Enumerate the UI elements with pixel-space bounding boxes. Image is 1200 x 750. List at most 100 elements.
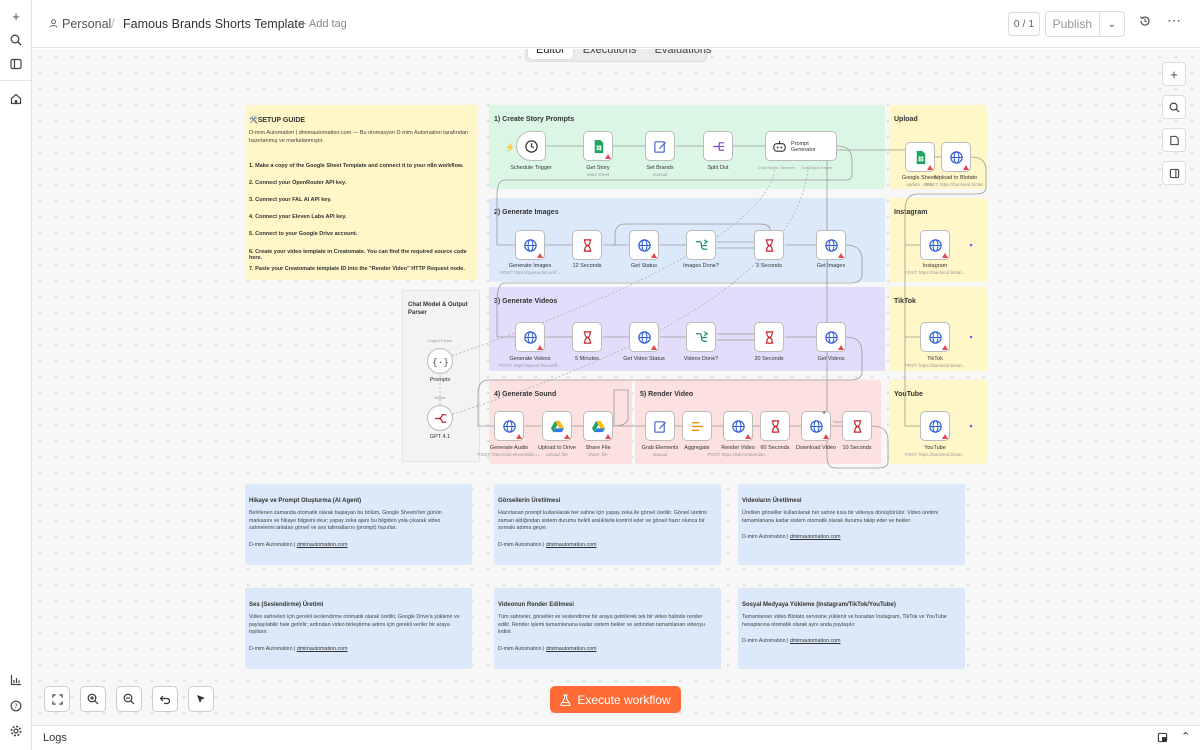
chevron-down-icon[interactable]: ⌄ xyxy=(1100,12,1124,36)
tidy-up-button[interactable] xyxy=(188,686,214,712)
card-link[interactable]: dmimautomation.com xyxy=(297,646,348,652)
wait-12-node[interactable] xyxy=(572,230,602,260)
globe-icon xyxy=(928,238,942,252)
wait-20-node[interactable] xyxy=(754,322,784,352)
prompt-generator-node[interactable]: Prompt Generator xyxy=(765,131,837,161)
setup-step: 3. Connect your FAL AI API key. xyxy=(249,197,332,203)
card-footer-text: D-mim Automation | xyxy=(742,534,790,540)
description-card[interactable]: Videonun Render Edilmesi Tüm sahneler, g… xyxy=(494,588,721,669)
node-search-button[interactable] xyxy=(1162,95,1186,119)
tab-evaluations[interactable]: Evaluations xyxy=(647,49,720,59)
add-tag-button[interactable]: + Add tag xyxy=(300,18,347,30)
globe-icon xyxy=(824,238,838,252)
section-title: 4) Generate Sound xyxy=(494,391,557,398)
branch-icon xyxy=(695,238,708,250)
fit-view-icon xyxy=(51,693,63,705)
port-label: Output Parser xyxy=(427,338,453,343)
trigger-bolt-icon: ⚡ xyxy=(505,143,515,152)
section-title: 3) Generate Videos xyxy=(494,298,558,305)
node-label: Schedule Trigger xyxy=(510,165,552,171)
aggregate-node[interactable] xyxy=(682,411,712,441)
fit-view-button[interactable] xyxy=(44,686,70,712)
card-title: Videoların Üretilmesi xyxy=(742,498,802,504)
node-label: Get Videos xyxy=(817,356,845,362)
videos-done-node[interactable] xyxy=(686,322,716,352)
card-link[interactable]: dmimautomation.com xyxy=(546,646,597,652)
chevron-up-icon[interactable]: ⌃ xyxy=(1181,730,1190,743)
description-card[interactable]: Ses (Seslendirme) Üretimi Video sahneler… xyxy=(245,588,472,669)
warning-icon xyxy=(605,434,611,439)
split-out-node[interactable] xyxy=(703,131,733,161)
insights-icon[interactable] xyxy=(6,670,26,690)
card-link[interactable]: dmimautomation.com xyxy=(790,638,841,644)
card-footer: D-mim Automation | dmimautomation.com xyxy=(498,542,597,548)
setup-guide-note[interactable]: 🛠️SETUP GUIDE D-mim Automation | dmimaut… xyxy=(245,105,478,280)
wait-5m-node[interactable] xyxy=(572,322,602,352)
globe-icon xyxy=(949,150,963,164)
edit-icon xyxy=(653,140,666,153)
undo-button[interactable] xyxy=(152,686,178,712)
node-label: Get Story xyxy=(586,165,610,171)
description-card[interactable]: Hikaye ve Prompt Oluşturma (AI Agent) Be… xyxy=(245,484,472,565)
home-icon[interactable] xyxy=(6,89,26,109)
logs-panel[interactable]: Logs ⌃ xyxy=(32,725,1200,750)
hourglass-icon xyxy=(583,330,591,344)
add-node-button[interactable]: + xyxy=(1162,62,1186,86)
images-done-node[interactable] xyxy=(686,230,716,260)
tab-executions[interactable]: Executions xyxy=(575,49,645,59)
search-icon[interactable] xyxy=(6,30,26,50)
card-body: Hazırlanan prompt kullanılarak her sahne… xyxy=(498,510,707,532)
history-icon[interactable] xyxy=(1139,15,1151,30)
workflow-name[interactable]: Famous Brands Shorts Template xyxy=(123,17,305,31)
card-title: Görsellerin Üretilmesi xyxy=(498,498,561,504)
breadcrumb-project[interactable]: Personal xyxy=(62,17,111,31)
warning-icon xyxy=(537,253,543,258)
panel-toggle-icon[interactable] xyxy=(6,54,26,74)
add-connection-icon[interactable]: + xyxy=(822,410,826,417)
settings-icon[interactable] xyxy=(6,721,26,741)
card-footer-text: D-mim Automation | xyxy=(498,542,546,548)
node-subtitle: read: sheet xyxy=(586,172,610,177)
editor-tabs: Editor Executions Evaluations xyxy=(525,49,711,62)
card-link[interactable]: dmimautomation.com xyxy=(790,534,841,540)
hourglass-icon xyxy=(765,238,773,252)
execute-workflow-button[interactable]: Execute workflow xyxy=(550,686,681,713)
logs-popout-icon[interactable] xyxy=(1157,732,1168,746)
globe-icon xyxy=(637,238,651,252)
description-card[interactable]: Görsellerin Üretilmesi Hazırlanan prompt… xyxy=(494,484,721,565)
add-icon[interactable]: + xyxy=(6,6,26,26)
description-card[interactable]: Sosyal Medyaya Yükleme (Instagram/TikTok… xyxy=(738,588,965,669)
port-label: Model xyxy=(434,395,446,400)
card-link[interactable]: dmimautomation.com xyxy=(297,542,348,548)
node-label: Images Done? xyxy=(683,263,719,269)
card-footer-text: D-mim Automation | xyxy=(498,646,546,652)
wait-3-node[interactable] xyxy=(754,230,784,260)
card-body: Video sahneleri için gerekli seslendirme… xyxy=(249,614,460,636)
wait-10-node[interactable] xyxy=(842,411,872,441)
set-brands-node[interactable] xyxy=(645,131,675,161)
warning-icon xyxy=(651,253,657,258)
help-icon[interactable]: ? xyxy=(6,696,26,716)
aggregate-icon xyxy=(691,421,703,431)
section-title: TikTok xyxy=(894,298,916,305)
gpt-model-node[interactable] xyxy=(427,405,453,431)
publish-button-group[interactable]: Publish ⌄ xyxy=(1045,11,1125,37)
prompts-parser-node[interactable]: {·} xyxy=(427,348,453,374)
grab-elements-node[interactable] xyxy=(645,411,675,441)
more-options-icon[interactable]: ⋯ xyxy=(1167,12,1182,29)
card-footer: D-mim Automation | dmimautomation.com xyxy=(249,646,348,652)
zoom-in-button[interactable] xyxy=(80,686,106,712)
schedule-trigger-node[interactable] xyxy=(516,131,546,161)
node-label: Instagram xyxy=(922,263,948,269)
section-title: Upload xyxy=(894,116,918,123)
publish-button[interactable]: Publish xyxy=(1046,12,1100,36)
card-link[interactable]: dmimautomation.com xyxy=(546,542,597,548)
side-panel-button[interactable] xyxy=(1162,161,1186,185)
publish-counter: 0 / 1 xyxy=(1008,12,1040,36)
tab-editor[interactable]: Editor xyxy=(528,49,573,59)
sticky-note-button[interactable] xyxy=(1162,128,1186,152)
zoom-out-button[interactable] xyxy=(116,686,142,712)
google-sheets-icon xyxy=(916,150,925,164)
description-card[interactable]: Videoların Üretilmesi Üretilen görseller… xyxy=(738,484,965,565)
wait-60-node[interactable] xyxy=(760,411,790,441)
